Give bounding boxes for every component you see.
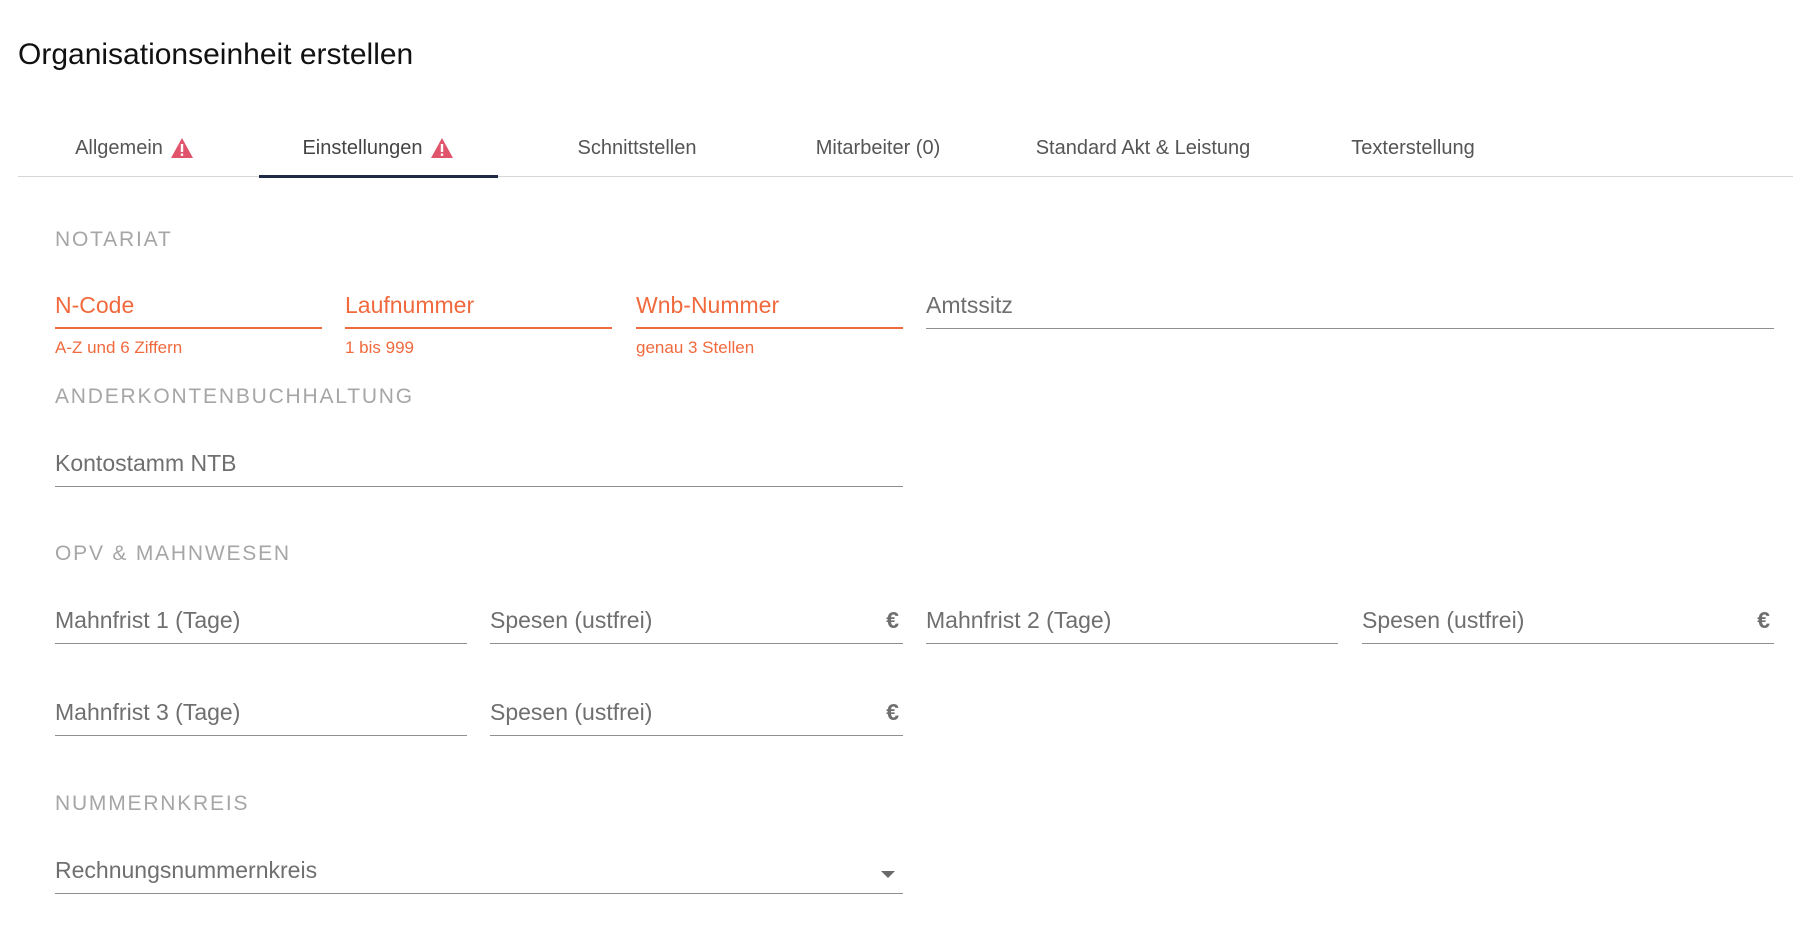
spesen-1-field[interactable]: Spesen (ustfrei) €	[490, 594, 903, 644]
spesen-3-field[interactable]: Spesen (ustfrei) €	[490, 686, 903, 736]
n-code-label: N-Code	[55, 292, 135, 318]
laufnummer-hint: 1 bis 999	[345, 338, 414, 357]
wnb-nummer-hint: genau 3 Stellen	[636, 338, 755, 357]
rechnungsnummernkreis-label: Rechnungsnummernkreis	[55, 857, 318, 883]
euro-icon: €	[1757, 607, 1770, 633]
mahnfrist-2-label: Mahnfrist 2 (Tage)	[926, 607, 1112, 633]
n-code-field[interactable]: N-Code	[55, 279, 322, 329]
n-code-hint: A-Z und 6 Ziffern	[55, 338, 183, 357]
mahnfrist-3-label: Mahnfrist 3 (Tage)	[55, 699, 241, 725]
mahnfrist-2-field[interactable]: Mahnfrist 2 (Tage)	[926, 594, 1338, 644]
tab-schnittstellen[interactable]: Schnittstellen	[526, 120, 748, 176]
tab-label: Standard Akt & Leistung	[1035, 136, 1251, 159]
tab-label: Allgemein	[75, 136, 163, 159]
tab-label: Texterstellung	[1351, 136, 1475, 159]
page-title: Organisationseinheit erstellen	[18, 38, 414, 71]
tab-mitarbeiter[interactable]: Mitarbeiter (0)	[768, 120, 988, 176]
warning-icon	[430, 138, 453, 158]
tab-allgemein[interactable]: Allgemein	[48, 120, 222, 176]
tab-standard-akt-leistung[interactable]: Standard Akt & Leistung	[1008, 120, 1278, 176]
mahnfrist-1-label: Mahnfrist 1 (Tage)	[55, 607, 241, 633]
tab-label: Schnittstellen	[577, 136, 697, 159]
kontostamm-ntb-label: Kontostamm NTB	[55, 450, 237, 476]
spesen-1-underline	[490, 643, 903, 644]
mahnfrist-1-field[interactable]: Mahnfrist 1 (Tage)	[55, 594, 467, 644]
tab-einstellungen[interactable]: Einstellungen	[259, 120, 498, 178]
spesen-2-field[interactable]: Spesen (ustfrei) €	[1362, 594, 1774, 644]
section-title-nummernkreis: NUMMERNKREIS	[55, 792, 250, 815]
amtssitz-underline	[926, 328, 1774, 329]
amtssitz-label: Amtssitz	[926, 292, 1013, 318]
laufnummer-underline	[345, 327, 612, 329]
rechnungsnummernkreis-underline	[55, 893, 903, 894]
euro-icon: €	[886, 607, 899, 633]
kontostamm-ntb-field[interactable]: Kontostamm NTB	[55, 437, 903, 487]
tab-label: Mitarbeiter (0)	[815, 136, 941, 159]
section-title-opv: OPV & MAHNWESEN	[55, 542, 291, 565]
spesen-3-underline	[490, 735, 903, 736]
spesen-2-underline	[1362, 643, 1774, 644]
laufnummer-label: Laufnummer	[345, 292, 475, 318]
tab-bar: Allgemein Einstellungen Schnittstellen M…	[18, 120, 1793, 178]
mahnfrist-1-underline	[55, 643, 467, 644]
amtssitz-field[interactable]: Amtssitz	[926, 279, 1774, 329]
wnb-nummer-label: Wnb-Nummer	[636, 292, 780, 318]
tab-texterstellung[interactable]: Texterstellung	[1298, 120, 1528, 176]
dropdown-arrow-icon[interactable]	[881, 871, 895, 878]
spesen-3-label: Spesen (ustfrei)	[490, 699, 653, 725]
mahnfrist-3-underline	[55, 735, 467, 736]
section-title-anderkonten: ANDERKONTENBUCHHALTUNG	[55, 385, 414, 408]
mahnfrist-2-underline	[926, 643, 1338, 644]
mahnfrist-3-field[interactable]: Mahnfrist 3 (Tage)	[55, 686, 467, 736]
rechnungsnummernkreis-select[interactable]: Rechnungsnummernkreis	[55, 844, 903, 894]
tab-label: Einstellungen	[302, 136, 423, 159]
euro-icon: €	[886, 699, 899, 725]
warning-icon	[170, 138, 193, 158]
wnb-nummer-field[interactable]: Wnb-Nummer	[636, 279, 903, 329]
n-code-underline	[55, 327, 322, 329]
spesen-1-label: Spesen (ustfrei)	[490, 607, 653, 633]
spesen-2-label: Spesen (ustfrei)	[1362, 607, 1525, 633]
laufnummer-field[interactable]: Laufnummer	[345, 279, 612, 329]
section-title-notariat: NOTARIAT	[55, 228, 173, 251]
wnb-nummer-underline	[636, 327, 903, 329]
kontostamm-ntb-underline	[55, 486, 903, 487]
